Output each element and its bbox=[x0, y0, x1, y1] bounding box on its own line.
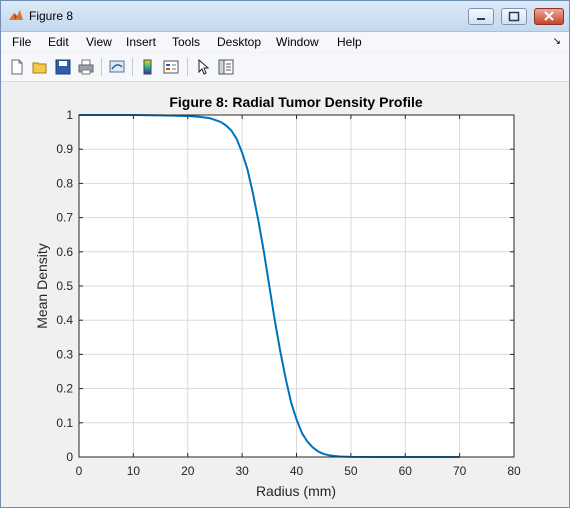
y-tick-label: 0.9 bbox=[56, 142, 73, 156]
y-tick-label: 0 bbox=[66, 450, 73, 464]
colorbar-icon[interactable] bbox=[139, 58, 157, 76]
chart-title: Figure 8: Radial Tumor Density Profile bbox=[169, 94, 423, 110]
open-file-icon[interactable] bbox=[31, 58, 49, 76]
minimize-icon bbox=[477, 18, 485, 20]
new-figure-icon[interactable] bbox=[8, 58, 26, 76]
print-icon[interactable] bbox=[77, 58, 95, 76]
menu-insert[interactable]: Insert bbox=[126, 35, 156, 49]
matlab-icon bbox=[9, 10, 23, 20]
y-tick-label: 0.2 bbox=[56, 382, 73, 396]
menu-dock-arrow-icon[interactable]: ↘ bbox=[553, 36, 561, 47]
y-tick-label: 0.8 bbox=[56, 176, 73, 190]
property-editor-icon[interactable] bbox=[217, 58, 235, 76]
y-tick-label: 1 bbox=[66, 108, 73, 122]
figure-toolbar bbox=[1, 53, 569, 82]
close-button[interactable] bbox=[534, 8, 564, 25]
y-tick-label: 0.6 bbox=[56, 245, 73, 259]
x-tick-labels: 0 10 20 30 40 50 60 70 80 bbox=[76, 464, 521, 478]
figure-canvas: Figure 8: Radial Tumor Density Profile 0… bbox=[1, 82, 569, 507]
menu-tools[interactable]: Tools bbox=[172, 35, 200, 49]
maximize-button[interactable] bbox=[501, 8, 527, 25]
menu-file[interactable]: File bbox=[12, 35, 31, 49]
x-tick-label: 80 bbox=[507, 464, 521, 478]
toolbar-separator bbox=[132, 58, 133, 76]
maximize-icon bbox=[508, 11, 520, 22]
link-plot-icon[interactable] bbox=[108, 58, 126, 76]
line-chart[interactable]: Figure 8: Radial Tumor Density Profile 0… bbox=[1, 82, 569, 507]
menu-window[interactable]: Window bbox=[276, 35, 319, 49]
x-tick-label: 70 bbox=[453, 464, 467, 478]
x-tick-label: 10 bbox=[127, 464, 141, 478]
legend-icon[interactable] bbox=[162, 58, 180, 76]
y-axis-label: Mean Density bbox=[34, 243, 50, 329]
menu-bar: File Edit View Insert Tools Desktop Wind… bbox=[1, 32, 569, 52]
close-icon bbox=[544, 11, 554, 21]
y-tick-label: 0.3 bbox=[56, 347, 73, 361]
window-title: Figure 8 bbox=[29, 9, 74, 23]
y-tick-labels: 0 0.1 0.2 0.3 0.4 0.5 0.6 0.7 0.8 0.9 1 bbox=[56, 108, 73, 464]
toolbar-separator bbox=[187, 58, 188, 76]
x-tick-label: 0 bbox=[76, 464, 83, 478]
menu-help[interactable]: Help bbox=[337, 35, 362, 49]
pointer-icon[interactable] bbox=[194, 58, 212, 76]
menu-edit[interactable]: Edit bbox=[48, 35, 69, 49]
x-tick-label: 50 bbox=[344, 464, 358, 478]
toolbar-separator bbox=[101, 58, 102, 76]
y-tick-label: 0.7 bbox=[56, 211, 73, 225]
x-tick-label: 20 bbox=[181, 464, 195, 478]
y-tick-label: 0.5 bbox=[56, 279, 73, 293]
x-tick-label: 40 bbox=[290, 464, 304, 478]
save-icon[interactable] bbox=[54, 58, 72, 76]
x-tick-label: 30 bbox=[235, 464, 249, 478]
menu-view[interactable]: View bbox=[86, 35, 112, 49]
menu-desktop[interactable]: Desktop bbox=[217, 35, 261, 49]
y-tick-label: 0.4 bbox=[56, 313, 73, 327]
figure-window: Figure 8 File Edit View Insert Tools Des… bbox=[0, 0, 570, 508]
minimize-button[interactable] bbox=[468, 8, 494, 25]
y-tick-label: 0.1 bbox=[56, 416, 73, 430]
x-axis-label: Radius (mm) bbox=[256, 483, 336, 499]
title-bar[interactable]: Figure 8 bbox=[1, 1, 569, 32]
x-tick-label: 60 bbox=[399, 464, 413, 478]
